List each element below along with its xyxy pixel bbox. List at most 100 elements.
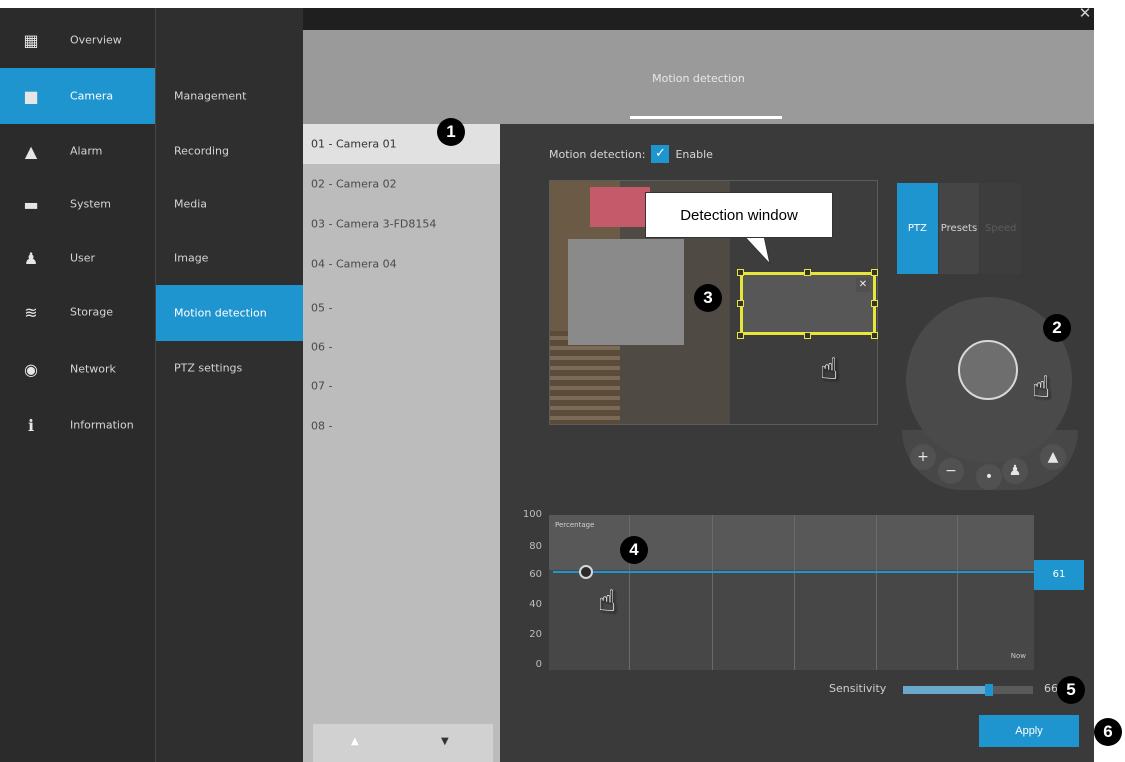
enable-checkbox[interactable]: ✓ (651, 145, 670, 163)
camera-list-pager: ▲ ▼ (313, 724, 493, 762)
resize-handle[interactable] (871, 269, 878, 276)
callout-pointer (743, 236, 771, 266)
scene-icon[interactable]: ▲ (1040, 444, 1066, 470)
privacy-mask (568, 239, 684, 345)
callout-marker: 4 (620, 536, 648, 564)
tab-presets[interactable]: Presets (938, 183, 981, 274)
callout-marker: 1 (437, 118, 465, 146)
chart-below-threshold (549, 570, 1034, 670)
nav-item-system[interactable]: ▬ System (0, 176, 155, 232)
sensitivity-value: 66 (1044, 682, 1058, 695)
chart-gridline (957, 515, 958, 670)
resize-handle[interactable] (737, 332, 744, 339)
zoom-in-icon[interactable]: + (910, 444, 936, 470)
resize-handle[interactable] (737, 300, 744, 307)
pointer-hand-icon: ☝ (820, 352, 839, 387)
camera-list-item-label: 08 - (311, 419, 333, 433)
close-icon[interactable]: ✕ (1076, 4, 1094, 22)
camera-subnav: Management Recording Media Image Motion … (155, 8, 304, 762)
subnav-item-media[interactable]: Media (156, 176, 304, 232)
nav-item-user[interactable]: ♟ User (0, 230, 155, 286)
subnav-item-recording[interactable]: Recording (156, 123, 304, 179)
tab-motion-detection[interactable]: Motion detection (303, 72, 1094, 85)
threshold-handle[interactable] (579, 565, 593, 579)
camera-list-item-label: 03 - Camera 3-FD8154 (311, 217, 437, 231)
subnav-item-management[interactable]: Management (156, 68, 304, 124)
camera-icon: ■ (23, 86, 39, 106)
tab-active-underline (630, 116, 782, 119)
sensitivity-thumb[interactable] (985, 684, 993, 696)
y-tick-label: 60 (529, 569, 542, 580)
chart-gridline (712, 515, 713, 670)
camera-list-item[interactable]: 04 - Camera 04 (303, 244, 500, 284)
camera-list: 01 - Camera 01 02 - Camera 02 03 - Camer… (303, 124, 500, 762)
nav-item-alarm[interactable]: ▲ Alarm (0, 123, 155, 179)
y-tick-label: 0 (535, 659, 542, 670)
camera-list-item[interactable]: 02 - Camera 02 (303, 164, 500, 204)
user-icon: ♟ (23, 248, 39, 268)
chart-gridline (876, 515, 877, 670)
camera-list-item-label: 02 - Camera 02 (311, 177, 397, 191)
motion-detection-label: Motion detection: (549, 147, 646, 161)
threshold-line (553, 571, 1034, 573)
storage-database-icon: ≋ (24, 302, 38, 322)
ptz-tabs: PTZ Presets Speed (897, 183, 1023, 274)
subnav-item-ptz-settings[interactable]: PTZ settings (156, 340, 304, 396)
enable-label: Enable (675, 147, 713, 161)
camera-list-item[interactable]: 08 - (303, 406, 500, 446)
nav-item-network[interactable]: ◉ Network (0, 341, 155, 397)
resize-handle[interactable] (804, 332, 811, 339)
chart-now-label: Now (1010, 652, 1026, 660)
person-icon[interactable]: ♟ (1002, 458, 1028, 484)
tab-speed[interactable]: Speed (980, 183, 1023, 274)
resize-handle[interactable] (804, 269, 811, 276)
y-tick-label: 20 (529, 629, 542, 640)
detection-window[interactable]: ✕ (740, 272, 876, 335)
ptz-joystick-knob[interactable] (958, 340, 1018, 400)
sensitivity-fill (903, 686, 989, 694)
camera-list-item-label: 05 - (311, 301, 333, 315)
pointer-hand-icon: ☝ (598, 584, 617, 619)
nav-item-label: System (70, 197, 112, 211)
subnav-item-label: PTZ settings (174, 361, 243, 375)
camera-list-item[interactable]: 07 - (303, 366, 500, 406)
nav-item-overview[interactable]: ▦ Overview (0, 12, 155, 68)
y-tick-label: 100 (522, 509, 542, 520)
chart-gridline (794, 515, 795, 670)
callout-marker: 2 (1043, 314, 1071, 342)
subnav-item-label: Image (174, 251, 209, 265)
apply-button[interactable]: Apply (979, 715, 1079, 747)
preview-scene (550, 331, 620, 424)
callout-marker: 3 (694, 284, 722, 312)
nav-item-label: Camera (70, 89, 114, 103)
resize-handle[interactable] (737, 269, 744, 276)
camera-list-item[interactable]: 06 - (303, 327, 500, 367)
camera-list-item-label: 01 - Camera 01 (311, 137, 397, 151)
tab-ptz[interactable]: PTZ (897, 183, 939, 274)
sensitivity-slider[interactable] (903, 684, 1033, 696)
sensitivity-label: Sensitivity (829, 682, 887, 695)
subnav-item-image[interactable]: Image (156, 230, 304, 286)
information-icon: ℹ (27, 415, 35, 435)
nav-item-information[interactable]: ℹ Information (0, 397, 155, 453)
overview-icon: ▦ (23, 30, 39, 50)
nav-item-label: Alarm (70, 144, 103, 158)
resize-handle[interactable] (871, 300, 878, 307)
zoom-out-icon[interactable]: − (938, 458, 964, 484)
subnav-item-motion-detection[interactable]: Motion detection (156, 285, 304, 341)
scroll-down-icon[interactable]: ▼ (441, 736, 449, 747)
nav-item-label: Storage (70, 305, 114, 319)
detection-window-callout: Detection window (645, 192, 833, 238)
nav-item-storage[interactable]: ≋ Storage (0, 284, 155, 340)
camera-list-item-label: 06 - (311, 340, 333, 354)
camera-list-item[interactable]: 03 - Camera 3-FD8154 (303, 204, 500, 244)
close-window-icon[interactable]: ✕ (856, 278, 870, 292)
nav-item-camera[interactable]: ■ Camera (0, 68, 155, 124)
camera-list-item[interactable]: 01 - Camera 01 (303, 124, 500, 164)
scroll-up-icon[interactable]: ▲ (351, 736, 359, 747)
camera-list-item[interactable]: 05 - (303, 288, 500, 328)
home-icon[interactable]: • (976, 464, 1002, 490)
camera-list-item-label: 04 - Camera 04 (311, 257, 397, 271)
resize-handle[interactable] (871, 332, 878, 339)
callout-marker: 5 (1057, 676, 1085, 704)
